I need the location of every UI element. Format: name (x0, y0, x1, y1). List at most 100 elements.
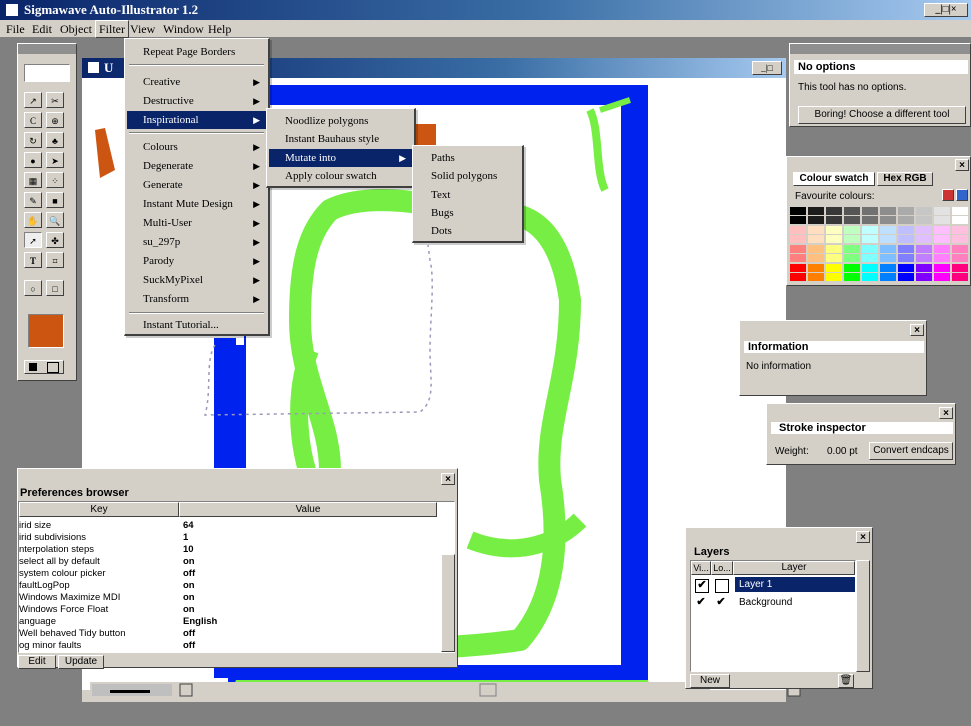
menu-item-generate[interactable]: Generate ▶ (127, 176, 266, 194)
grid-tool-icon[interactable]: ▦ (24, 172, 42, 188)
menu-item-solid-polygons[interactable]: Solid polygons (415, 167, 520, 185)
colour-swatch[interactable] (844, 226, 860, 234)
colour-swatch[interactable] (808, 226, 824, 234)
pref-key[interactable]: faultLogPop (19, 580, 70, 591)
panel-grip[interactable] (790, 44, 970, 54)
colour-swatch[interactable] (934, 207, 950, 215)
tab-colour-swatch[interactable]: Colour swatch (793, 172, 875, 186)
colour-swatch[interactable] (934, 226, 950, 234)
lock-checkbox[interactable]: ✔ (715, 597, 727, 609)
pref-value[interactable]: English (183, 616, 217, 627)
menu-item-paths[interactable]: Paths (415, 149, 520, 167)
pref-key[interactable]: Windows Maximize MDI (19, 592, 120, 603)
colour-swatch[interactable] (952, 254, 968, 262)
pref-key[interactable]: select all by default (19, 556, 100, 567)
layer-name[interactable]: Background (739, 595, 792, 610)
colour-swatch[interactable] (844, 264, 860, 272)
col-layer[interactable]: Layer (733, 561, 855, 575)
add-swatch-icon[interactable] (942, 189, 954, 201)
colour-swatch[interactable] (916, 264, 932, 272)
colour-swatch[interactable] (916, 226, 932, 234)
menu-item-text[interactable]: Text (415, 186, 520, 204)
colour-swatch[interactable] (808, 264, 824, 272)
tab-hex-rgb[interactable]: Hex RGB (877, 172, 933, 186)
pref-value[interactable]: off (183, 628, 195, 639)
preferences-scrollbar[interactable] (441, 554, 455, 652)
colour-swatch[interactable] (844, 216, 860, 224)
colour-swatch[interactable] (862, 264, 878, 272)
menu-item-su-297p[interactable]: su_297p ▶ (127, 233, 266, 251)
pref-key[interactable]: nterpolation steps (19, 544, 94, 555)
colour-swatch[interactable] (916, 245, 932, 253)
ellipse-tool-icon[interactable]: ○ (24, 280, 42, 296)
colour-swatch[interactable] (790, 235, 806, 243)
menu-item-inspirational[interactable]: Inspirational ▶ (127, 111, 266, 129)
colour-swatch[interactable] (898, 216, 914, 224)
spray-tool-icon[interactable]: ⁘ (46, 172, 64, 188)
text-tool-icon[interactable]: T (24, 252, 42, 268)
colour-swatch[interactable] (862, 254, 878, 262)
menu-item-noodlize-polygons[interactable]: Noodlize polygons (269, 112, 412, 130)
colour-swatch[interactable] (826, 273, 842, 281)
colour-swatch[interactable] (862, 235, 878, 243)
eyedropper-tool-icon[interactable]: ✎ (24, 192, 42, 208)
menu-item-creative[interactable]: Creative ▶ (127, 73, 266, 91)
lock-checkbox[interactable] (715, 579, 729, 593)
select-arrow-icon[interactable]: ➚ (24, 232, 42, 248)
remove-swatch-icon[interactable] (956, 189, 968, 201)
menu-item-apply-colour-swatch[interactable]: Apply colour swatch (269, 167, 412, 185)
menu-item-instant-mute-design[interactable]: Instant Mute Design ▶ (127, 195, 266, 213)
colour-swatch[interactable] (790, 264, 806, 272)
menu-item-parody[interactable]: Parody ▶ (127, 252, 266, 270)
colour-swatch[interactable] (916, 207, 932, 215)
menu-item-instant-tutorial[interactable]: Instant Tutorial... (127, 316, 266, 334)
colour-swatch[interactable] (790, 216, 806, 224)
colour-swatch[interactable] (862, 216, 878, 224)
menu-item-bugs[interactable]: Bugs (415, 204, 520, 222)
pref-value[interactable]: off (183, 568, 195, 579)
pref-value[interactable]: on (183, 556, 195, 567)
colour-swatch[interactable] (790, 245, 806, 253)
close-icon[interactable]: × (856, 531, 870, 543)
colour-swatch[interactable] (844, 235, 860, 243)
menu-item-multi-user[interactable]: Multi-User ▶ (127, 214, 266, 232)
colour-swatch[interactable] (808, 216, 824, 224)
colour-swatch[interactable] (898, 264, 914, 272)
close-icon[interactable]: × (441, 473, 455, 485)
colour-swatch[interactable] (862, 226, 878, 234)
colour-swatch[interactable] (808, 235, 824, 243)
group-select-icon[interactable]: ✤ (46, 232, 64, 248)
colour-swatch[interactable] (862, 207, 878, 215)
colour-swatch[interactable] (934, 273, 950, 281)
colour-swatch[interactable] (790, 207, 806, 215)
menu-item-destructive[interactable]: Destructive ▶ (127, 92, 266, 110)
visibility-checkbox[interactable]: ✔ (695, 579, 709, 593)
trash-icon[interactable]: 🗑 (838, 674, 854, 688)
direct-select-icon[interactable]: ➤ (46, 152, 64, 168)
rotate-tool-icon[interactable]: ↻ (24, 132, 42, 148)
colour-swatch[interactable] (790, 226, 806, 234)
colour-swatch[interactable] (952, 264, 968, 272)
colour-swatch[interactable] (826, 235, 842, 243)
menu-item-degenerate[interactable]: Degenerate ▶ (127, 157, 266, 175)
colour-swatch[interactable] (826, 226, 842, 234)
colour-swatch[interactable] (880, 264, 896, 272)
pref-value[interactable]: on (183, 592, 195, 603)
colour-swatch[interactable] (826, 207, 842, 215)
colour-swatch[interactable] (934, 216, 950, 224)
pref-key[interactable]: irid subdivisions (19, 532, 86, 543)
colour-swatch[interactable] (808, 207, 824, 215)
zoom-tool-icon[interactable]: 🔍 (46, 212, 64, 228)
colour-swatch[interactable] (844, 207, 860, 215)
colour-swatch[interactable] (826, 245, 842, 253)
colour-swatch[interactable] (952, 245, 968, 253)
choose-different-tool-button[interactable]: Boring! Choose a different tool (798, 106, 966, 124)
colour-swatch[interactable] (808, 245, 824, 253)
new-layer-button[interactable]: New (690, 674, 730, 688)
frame-tool-icon[interactable]: ⌗ (46, 252, 64, 268)
colour-swatch[interactable] (952, 226, 968, 234)
convert-endcaps-button[interactable]: Convert endcaps (869, 442, 953, 460)
colour-swatch[interactable] (880, 216, 896, 224)
colour-swatch[interactable] (880, 245, 896, 253)
view-mode-buttons[interactable] (24, 360, 64, 374)
